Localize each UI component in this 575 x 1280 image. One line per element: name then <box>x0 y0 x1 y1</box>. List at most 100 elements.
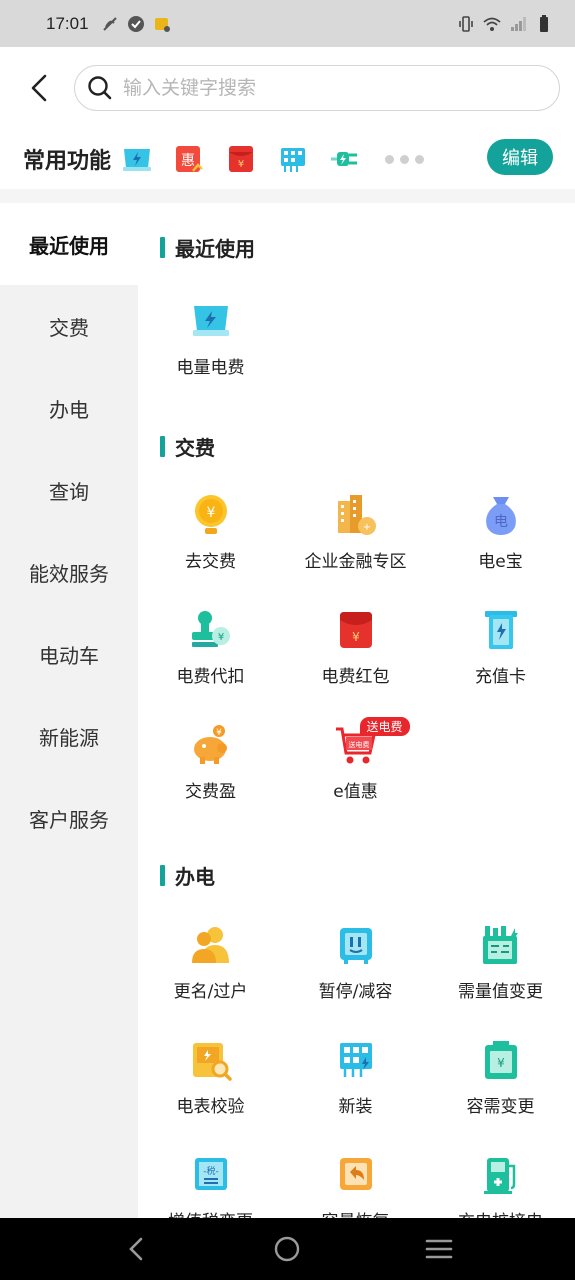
tile-label: 暂停/减容 <box>318 982 393 1002</box>
section-title-text: 交费 <box>175 436 215 460</box>
tile-label: 电表校验 <box>176 1097 245 1117</box>
sidebar-item-payment[interactable]: 交费 <box>0 285 138 367</box>
tile-red-packet[interactable]: ¥ 电费红包 <box>283 608 428 708</box>
pause-device-icon <box>334 923 378 967</box>
mute-icon <box>102 16 117 31</box>
section-title-payment: 交费 <box>160 432 215 461</box>
tile-charging-pile[interactable]: 充电桩接电 <box>428 1153 573 1218</box>
search-box[interactable] <box>74 65 560 111</box>
tile-label: 去交费 <box>185 552 236 572</box>
search-input[interactable] <box>123 77 523 99</box>
power-bill-icon[interactable] <box>121 143 153 175</box>
promo-badge: 送电费 <box>359 717 410 736</box>
tile-label: 电费代扣 <box>176 667 245 687</box>
tile-pay-profit[interactable]: ¥ 交费盈 <box>138 723 283 823</box>
tile-e-value[interactable]: 送电费 送电费 e值惠 <box>283 717 428 823</box>
factory-icon <box>479 923 523 967</box>
charging-pile-icon <box>479 1153 523 1197</box>
section-title-text: 办电 <box>175 865 215 889</box>
red-packet-icon[interactable]: ¥ <box>225 143 257 175</box>
tile-label: 容需变更 <box>466 1097 535 1117</box>
sidebar-item-new-energy[interactable]: 新能源 <box>0 695 138 777</box>
tile-label: 更名/过户 <box>173 982 248 1002</box>
red-packet-icon: ¥ <box>334 608 378 652</box>
section-title-text: 最近使用 <box>175 237 255 261</box>
enterprise-building-icon: + <box>334 493 378 537</box>
tile-label: 需量值变更 <box>458 982 543 1002</box>
section-title-recent: 最近使用 <box>160 233 255 262</box>
tile-pause-reduce[interactable]: 暂停/减容 <box>283 923 428 1023</box>
back-arrow-icon <box>31 74 47 102</box>
svg-text:惠: 惠 <box>181 153 195 169</box>
tile-meter-check[interactable]: 电表校验 <box>138 1038 283 1138</box>
function-list: 最近使用 电量电费 交费 ¥ 去交费 + 企业金融专区 电 电e宝 ¥ 电费代扣 <box>138 203 575 1218</box>
tile-recharge-card[interactable]: 充值卡 <box>428 608 573 708</box>
tile-demand-change[interactable]: 需量值变更 <box>428 923 573 1023</box>
nav-home-icon <box>275 1236 300 1262</box>
nav-menu-icon <box>425 1239 453 1259</box>
shopping-cart-icon: 送电费 送电费 <box>334 717 410 767</box>
sidebar-item-customer[interactable]: 客户服务 <box>0 777 138 859</box>
tile-label: 充值卡 <box>475 667 526 687</box>
coin-bulb-icon: ¥ <box>189 493 233 537</box>
svg-text:¥: ¥ <box>217 632 223 643</box>
capacity-restore-icon <box>334 1153 378 1197</box>
tile-label: 电e宝 <box>478 552 523 572</box>
tile-label: 充电桩接电 <box>458 1207 543 1218</box>
svg-text:电: 电 <box>494 514 508 530</box>
puzzle-icon <box>154 17 170 32</box>
tile-enterprise-finance[interactable]: + 企业金融专区 <box>283 493 428 593</box>
tile-label: 容量恢复 <box>322 1207 390 1218</box>
svg-text:+: + <box>362 522 370 533</box>
meter-check-icon <box>189 1038 233 1082</box>
nav-back-button[interactable] <box>116 1229 156 1269</box>
charger-plug-icon[interactable] <box>329 143 361 175</box>
tile-power-bill[interactable]: 电量电费 <box>138 299 283 399</box>
divider <box>0 189 575 203</box>
header <box>0 47 575 129</box>
svg-text:¥: ¥ <box>206 505 215 521</box>
tile-new-install[interactable]: 新装 <box>283 1038 428 1138</box>
tile-pay[interactable]: ¥ 去交费 <box>138 493 283 593</box>
discount-icon[interactable]: 惠 <box>173 143 205 175</box>
edit-button[interactable]: 编辑 <box>487 139 553 175</box>
system-nav-bar <box>0 1218 575 1280</box>
svg-text:¥: ¥ <box>238 159 244 170</box>
svg-text:¥: ¥ <box>216 728 222 738</box>
tile-label: 交费盈 <box>185 782 236 802</box>
wifi-icon <box>483 17 501 31</box>
tile-rename-transfer[interactable]: 更名/过户 <box>138 923 283 1023</box>
search-icon <box>88 76 112 100</box>
new-install-icon <box>334 1038 378 1082</box>
tile-auto-debit[interactable]: ¥ 电费代扣 <box>138 608 283 708</box>
status-bar: 17:01 <box>0 0 575 47</box>
sidebar-item-recent[interactable]: 最近使用 <box>0 203 138 285</box>
sidebar-item-query[interactable]: 查询 <box>0 449 138 531</box>
tile-capacity-change[interactable]: ¥ 容需变更 <box>428 1038 573 1138</box>
svg-text:¥: ¥ <box>497 1056 505 1070</box>
tile-e-bao[interactable]: 电 电e宝 <box>428 493 573 593</box>
nav-back-icon <box>128 1237 143 1261</box>
back-button[interactable] <box>22 69 56 107</box>
tax-icon: -税- <box>189 1153 233 1197</box>
check-circle-icon <box>127 15 144 32</box>
stamp-icon: ¥ <box>189 608 233 652</box>
battery-icon <box>540 14 548 32</box>
power-bill-icon <box>189 299 233 343</box>
more-dots-icon[interactable] <box>385 154 425 164</box>
sidebar-item-energy[interactable]: 能效服务 <box>0 531 138 613</box>
nav-menu-button[interactable] <box>419 1229 459 1269</box>
tile-capacity-restore[interactable]: 容量恢复 <box>283 1153 428 1218</box>
tile-vat-change[interactable]: -税- 增值税变更 <box>138 1153 283 1218</box>
sidebar-item-ev[interactable]: 电动车 <box>0 613 138 695</box>
cart-label: 送电费 <box>348 740 369 749</box>
tile-label: e值惠 <box>333 782 378 802</box>
tile-label: 增值税变更 <box>168 1207 253 1218</box>
piggy-bank-icon: ¥ <box>189 723 233 767</box>
recharge-card-icon <box>479 608 523 652</box>
nav-home-button[interactable] <box>267 1229 307 1269</box>
users-icon <box>189 923 233 967</box>
sidebar-item-service[interactable]: 办电 <box>0 367 138 449</box>
building-icon[interactable] <box>277 143 309 175</box>
tile-label: 企业金融专区 <box>304 552 407 572</box>
